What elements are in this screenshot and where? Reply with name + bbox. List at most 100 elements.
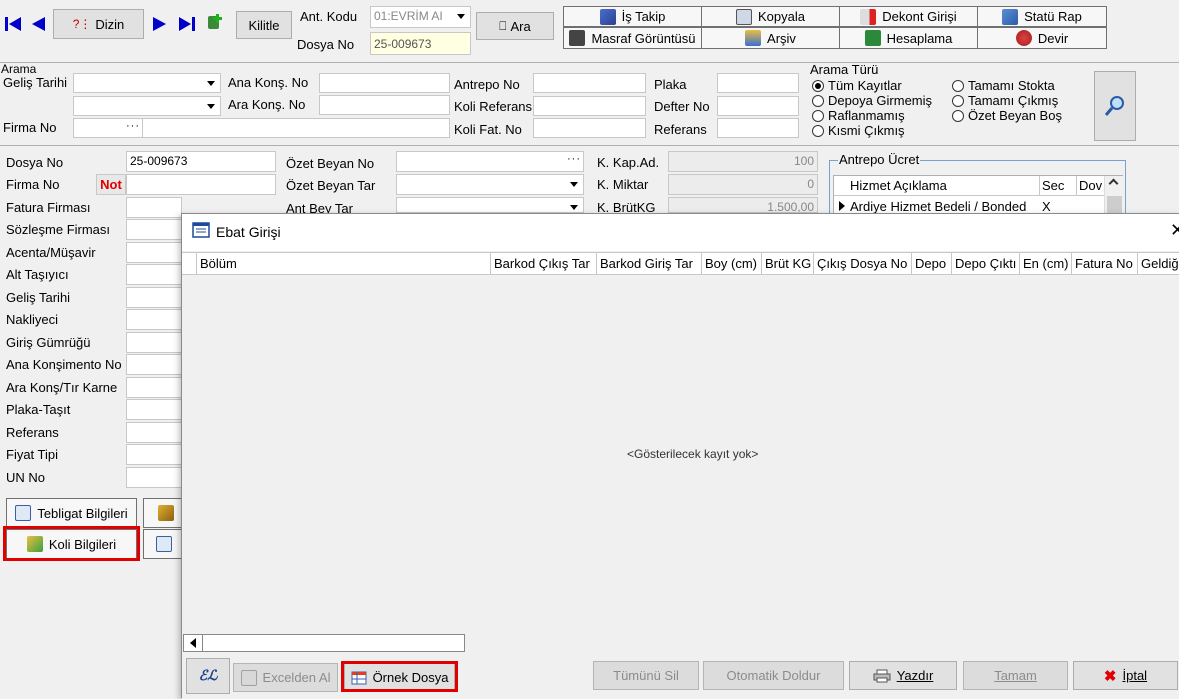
form-ara-kons-field[interactable] bbox=[126, 377, 182, 398]
logo-button[interactable]: ℰℒ bbox=[186, 658, 230, 694]
col-cikis-dosya-no[interactable]: Çıkış Dosya No bbox=[814, 253, 912, 274]
firma-no-search-name[interactable] bbox=[142, 118, 450, 138]
form-label-alt-tasiyici: Alt Taşıyıcı bbox=[6, 267, 69, 282]
ozet-beyan-no-field[interactable]: ··· bbox=[396, 151, 584, 172]
tumunu-sil-button[interactable]: Tümünü Sil bbox=[593, 661, 699, 690]
highlight-koli-bilgileri bbox=[3, 526, 140, 561]
scroll-left-button[interactable] bbox=[183, 634, 203, 652]
add-record-button[interactable] bbox=[204, 10, 226, 34]
form-un-no-field[interactable] bbox=[126, 467, 182, 488]
hesaplama-button[interactable]: Hesaplama bbox=[839, 27, 978, 49]
form-plaka-tasit-field[interactable] bbox=[126, 399, 182, 420]
dizin-button[interactable]: ?⋮ Dizin bbox=[53, 9, 144, 39]
scroll-thumb[interactable] bbox=[203, 634, 465, 652]
dekont-girisi-button[interactable]: Dekont Girişi bbox=[839, 6, 978, 27]
col-fatura-no[interactable]: Fatura No bbox=[1072, 253, 1138, 274]
kopyala-button[interactable]: Kopyala bbox=[701, 6, 840, 27]
grid-body[interactable]: <Gösterilecek kayıt yok> bbox=[182, 276, 1179, 633]
antrepo-col-dov[interactable]: Dov bbox=[1079, 178, 1103, 193]
referans-search-field[interactable] bbox=[717, 118, 799, 138]
horizontal-scrollbar[interactable] bbox=[182, 633, 1179, 653]
gelis-tarihi-to[interactable] bbox=[73, 96, 221, 116]
firma-no-search-code[interactable]: ··· bbox=[73, 118, 143, 138]
tamam-button[interactable]: Tamam bbox=[963, 661, 1068, 690]
form-fatura-firmasi-field[interactable] bbox=[126, 197, 182, 218]
radio-dot bbox=[812, 109, 824, 122]
scroll-up-icon[interactable] bbox=[1108, 178, 1119, 189]
hidden-action-button-2[interactable] bbox=[143, 529, 183, 559]
antrepo-col-divider bbox=[1039, 176, 1040, 196]
form-giris-gumrugu-field[interactable] bbox=[126, 332, 182, 353]
devir-button[interactable]: Devir bbox=[977, 27, 1107, 49]
kilitle-button[interactable]: Kilitle bbox=[236, 11, 292, 39]
radio-tamami-cikmis[interactable]: Tamamı Çıkmış bbox=[952, 93, 1058, 108]
form-nakliyeci-field[interactable] bbox=[126, 309, 182, 330]
nav-next-button[interactable] bbox=[149, 12, 171, 36]
arsiv-button[interactable]: Arşiv bbox=[701, 27, 840, 49]
tebligat-bilgileri-button[interactable]: Tebligat Bilgileri bbox=[6, 498, 137, 528]
form-acenta-field[interactable] bbox=[126, 242, 182, 263]
col-depo-cikti[interactable]: Depo Çıktı bbox=[952, 253, 1020, 274]
form-firma-no-field[interactable] bbox=[126, 174, 276, 195]
printer-icon bbox=[873, 669, 891, 682]
form-gelis-tarihi-field[interactable] bbox=[126, 287, 182, 308]
iptal-button[interactable]: ✖ İptal bbox=[1073, 661, 1178, 690]
nav-last-button[interactable] bbox=[176, 12, 198, 36]
radio-tamami-stokta[interactable]: Tamamı Stokta bbox=[952, 78, 1055, 93]
k-kap-ad-field: 100 bbox=[668, 151, 818, 172]
yazdir-button[interactable]: Yazdır bbox=[849, 661, 957, 690]
excelden-al-button[interactable]: Excelden Al bbox=[233, 663, 338, 692]
form-label-dosya-no: Dosya No bbox=[6, 155, 64, 170]
antrepo-col-hizmet[interactable]: Hizmet Açıklama bbox=[850, 178, 947, 193]
not-badge[interactable]: Not bbox=[96, 174, 126, 195]
ana-kons-no-field[interactable] bbox=[319, 73, 450, 93]
dosya-no-field[interactable]: 25-009673 bbox=[370, 32, 471, 55]
otomatik-doldur-button[interactable]: Otomatik Doldur bbox=[703, 661, 844, 690]
search-submit-button[interactable] bbox=[1094, 71, 1136, 141]
radio-ozet-beyan-bos[interactable]: Özet Beyan Boş bbox=[952, 108, 1062, 123]
radio-kismi-cikmis[interactable]: Kısmi Çıkmış bbox=[812, 123, 905, 138]
ant-kodu-select[interactable]: 01:EVRİM AI bbox=[370, 6, 471, 28]
antrepo-col-sec[interactable]: Sec bbox=[1042, 178, 1064, 193]
koli-fat-no-field[interactable] bbox=[533, 118, 646, 138]
hidden-action-button[interactable] bbox=[143, 498, 183, 528]
ara-button[interactable]: ⎕ Ara bbox=[476, 12, 554, 40]
nav-first-button[interactable] bbox=[2, 12, 24, 36]
col-geldigi[interactable]: Geldiğ bbox=[1138, 253, 1179, 274]
form-label-sozlesme-firmasi: Sözleşme Firması bbox=[6, 222, 111, 237]
antrepo-ucret-title: Antrepo Ücret bbox=[838, 152, 921, 167]
col-brut-kg[interactable]: Brüt KG bbox=[762, 253, 814, 274]
form-referans-field[interactable] bbox=[126, 422, 182, 443]
statu-rap-button[interactable]: Statü Rap bbox=[977, 6, 1107, 27]
close-icon[interactable]: ✕ bbox=[1170, 220, 1179, 241]
form-ana-konsimento-field[interactable] bbox=[126, 354, 182, 375]
col-bolum[interactable]: Bölüm bbox=[197, 253, 491, 274]
antrepo-no-field[interactable] bbox=[533, 73, 646, 93]
nav-prev-button[interactable] bbox=[27, 12, 49, 36]
koli-referans-field[interactable] bbox=[533, 96, 646, 116]
ozet-beyan-lookup-icon[interactable]: ··· bbox=[567, 153, 581, 165]
plaka-field[interactable] bbox=[717, 73, 799, 93]
gelis-tarihi-from[interactable] bbox=[73, 73, 221, 93]
masraf-goruntusu-button[interactable]: Masraf Görüntüsü bbox=[563, 27, 702, 49]
form-dosya-no-field[interactable]: 25-009673 bbox=[126, 151, 276, 172]
form-fiyat-tipi-field[interactable] bbox=[126, 444, 182, 465]
defter-no-field[interactable] bbox=[717, 96, 799, 116]
radio-tum-kayitlar[interactable]: Tüm Kayıtlar bbox=[812, 78, 902, 93]
radio-depoya-girmemis[interactable]: Depoya Girmemiş bbox=[812, 93, 932, 108]
radio-raflanmamis[interactable]: Raflanmamış bbox=[812, 108, 905, 123]
form-alt-tasiyici-field[interactable] bbox=[126, 264, 182, 285]
antrepo-scrollbar[interactable] bbox=[1104, 176, 1123, 216]
ant-bey-tar-field[interactable] bbox=[396, 197, 584, 213]
ara-kons-no-field[interactable] bbox=[319, 95, 450, 115]
col-boy[interactable]: Boy (cm) bbox=[702, 253, 762, 274]
col-en[interactable]: En (cm) bbox=[1020, 253, 1072, 274]
window-icon bbox=[192, 222, 210, 238]
col-depo[interactable]: Depo bbox=[912, 253, 952, 274]
col-barkod-cikis-tar[interactable]: Barkod Çıkış Tar bbox=[491, 253, 597, 274]
form-sozlesme-firmasi-field[interactable] bbox=[126, 219, 182, 240]
firma-lookup-icon[interactable]: ··· bbox=[126, 120, 140, 132]
col-barkod-giris-tar[interactable]: Barkod Giriş Tar bbox=[597, 253, 702, 274]
is-takip-button[interactable]: İş Takip bbox=[563, 6, 702, 27]
ozet-beyan-tar-field[interactable] bbox=[396, 174, 584, 195]
